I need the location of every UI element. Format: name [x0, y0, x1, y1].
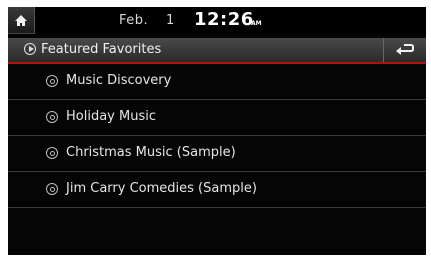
- list-item-3[interactable]: Jim Carry Comedies (Sample): [8, 172, 426, 208]
- list-item-label: Music Discovery: [66, 73, 172, 88]
- list-header: Featured Favorites: [8, 38, 426, 64]
- station-icon: [46, 75, 58, 87]
- list-item-0[interactable]: Music Discovery: [8, 64, 426, 100]
- station-icon: [46, 147, 58, 159]
- list-item-2[interactable]: Christmas Music (Sample): [8, 136, 426, 172]
- station-icon: [46, 183, 58, 195]
- home-icon: [15, 14, 27, 26]
- back-button[interactable]: [383, 38, 426, 62]
- list-item-label: Jim Carry Comedies (Sample): [66, 181, 257, 196]
- date-day: 1: [166, 13, 175, 28]
- list-item-label: Holiday Music: [66, 109, 156, 124]
- play-circle-icon: [24, 43, 36, 55]
- clock-ampm: AM: [251, 20, 262, 27]
- back-arrow-icon: [395, 44, 414, 55]
- clock-time: 12:26: [194, 9, 254, 30]
- home-button[interactable]: [8, 7, 35, 34]
- list-item-label: Christmas Music (Sample): [66, 145, 236, 160]
- station-icon: [46, 111, 58, 123]
- list-item-1[interactable]: Holiday Music: [8, 100, 426, 136]
- page-title: Featured Favorites: [41, 42, 162, 57]
- screen: Feb. 1 12:26 AM Featured Favorites Music…: [8, 7, 426, 255]
- date-month: Feb.: [119, 13, 149, 28]
- favorites-list: Music Discovery Holiday Music Christmas …: [8, 64, 426, 208]
- status-bar: Feb. 1 12:26 AM: [8, 7, 426, 35]
